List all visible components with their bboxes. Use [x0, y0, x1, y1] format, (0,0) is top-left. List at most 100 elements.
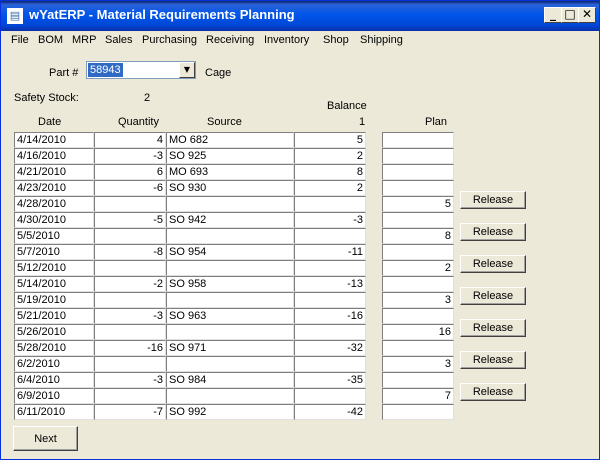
- release-button[interactable]: Release: [460, 287, 526, 305]
- plan-cell[interactable]: 5: [382, 196, 454, 212]
- balance-cell[interactable]: [294, 324, 366, 340]
- plan-cell[interactable]: [382, 164, 454, 180]
- balance-cell[interactable]: 5: [294, 132, 366, 148]
- plan-cell[interactable]: [382, 148, 454, 164]
- source-cell[interactable]: SO 925: [166, 148, 294, 164]
- plan-cell[interactable]: 7: [382, 388, 454, 404]
- quantity-cell[interactable]: -6: [94, 180, 166, 196]
- title-bar[interactable]: ▤ wYatERP - Material Requirements Planni…: [1, 1, 599, 31]
- date-cell[interactable]: 5/5/2010: [14, 228, 94, 244]
- quantity-cell[interactable]: -3: [94, 308, 166, 324]
- release-button[interactable]: Release: [460, 223, 526, 241]
- balance-cell[interactable]: -11: [294, 244, 366, 260]
- balance-cell[interactable]: 2: [294, 148, 366, 164]
- date-cell[interactable]: 4/28/2010: [14, 196, 94, 212]
- maximize-button[interactable]: □: [561, 7, 579, 23]
- date-cell[interactable]: 5/21/2010: [14, 308, 94, 324]
- balance-cell[interactable]: [294, 260, 366, 276]
- date-cell[interactable]: 4/21/2010: [14, 164, 94, 180]
- quantity-cell[interactable]: [94, 388, 166, 404]
- balance-cell[interactable]: -13: [294, 276, 366, 292]
- quantity-cell[interactable]: [94, 260, 166, 276]
- balance-cell[interactable]: 8: [294, 164, 366, 180]
- source-cell[interactable]: SO 992: [166, 404, 294, 420]
- minimize-button[interactable]: _: [544, 7, 562, 23]
- quantity-cell[interactable]: -3: [94, 148, 166, 164]
- source-cell[interactable]: MO 682: [166, 132, 294, 148]
- dropdown-arrow-icon[interactable]: ▼: [179, 62, 195, 78]
- balance-cell[interactable]: [294, 292, 366, 308]
- menu-inventory[interactable]: Inventory: [264, 34, 309, 46]
- source-cell[interactable]: [166, 260, 294, 276]
- close-button[interactable]: ✕: [578, 7, 596, 23]
- quantity-cell[interactable]: -16: [94, 340, 166, 356]
- date-cell[interactable]: 6/11/2010: [14, 404, 94, 420]
- quantity-cell[interactable]: 6: [94, 164, 166, 180]
- quantity-cell[interactable]: [94, 324, 166, 340]
- date-cell[interactable]: 5/7/2010: [14, 244, 94, 260]
- release-button[interactable]: Release: [460, 319, 526, 337]
- menu-bom[interactable]: BOM: [38, 34, 63, 46]
- plan-cell[interactable]: [382, 244, 454, 260]
- menu-shop[interactable]: Shop: [323, 34, 349, 46]
- quantity-cell[interactable]: -3: [94, 372, 166, 388]
- release-button[interactable]: Release: [460, 383, 526, 401]
- plan-cell[interactable]: [382, 212, 454, 228]
- date-cell[interactable]: 6/4/2010: [14, 372, 94, 388]
- date-cell[interactable]: 4/14/2010: [14, 132, 94, 148]
- quantity-cell[interactable]: [94, 196, 166, 212]
- quantity-cell[interactable]: -7: [94, 404, 166, 420]
- release-button[interactable]: Release: [460, 191, 526, 209]
- source-cell[interactable]: SO 963: [166, 308, 294, 324]
- quantity-cell[interactable]: [94, 356, 166, 372]
- source-cell[interactable]: [166, 324, 294, 340]
- quantity-cell[interactable]: -2: [94, 276, 166, 292]
- quantity-cell[interactable]: [94, 228, 166, 244]
- date-cell[interactable]: 5/12/2010: [14, 260, 94, 276]
- balance-cell[interactable]: -32: [294, 340, 366, 356]
- balance-cell[interactable]: [294, 388, 366, 404]
- menu-purchasing[interactable]: Purchasing: [142, 34, 197, 46]
- part-number-combo[interactable]: 58943 ▼: [86, 61, 196, 79]
- date-cell[interactable]: 5/14/2010: [14, 276, 94, 292]
- source-cell[interactable]: [166, 292, 294, 308]
- source-cell[interactable]: [166, 388, 294, 404]
- source-cell[interactable]: SO 971: [166, 340, 294, 356]
- app-window-icon[interactable]: ▤: [7, 8, 23, 24]
- plan-cell[interactable]: [382, 276, 454, 292]
- plan-cell[interactable]: [382, 132, 454, 148]
- part-number-value[interactable]: 58943: [88, 63, 123, 77]
- date-cell[interactable]: 4/23/2010: [14, 180, 94, 196]
- balance-cell[interactable]: -35: [294, 372, 366, 388]
- date-cell[interactable]: 5/26/2010: [14, 324, 94, 340]
- source-cell[interactable]: [166, 228, 294, 244]
- balance-cell[interactable]: 2: [294, 180, 366, 196]
- source-cell[interactable]: [166, 356, 294, 372]
- balance-cell[interactable]: -16: [294, 308, 366, 324]
- plan-cell[interactable]: 2: [382, 260, 454, 276]
- date-cell[interactable]: 4/16/2010: [14, 148, 94, 164]
- release-button[interactable]: Release: [460, 255, 526, 273]
- plan-cell[interactable]: [382, 308, 454, 324]
- plan-cell[interactable]: [382, 372, 454, 388]
- source-cell[interactable]: SO 930: [166, 180, 294, 196]
- menu-receiving[interactable]: Receiving: [206, 34, 254, 46]
- plan-cell[interactable]: [382, 340, 454, 356]
- date-cell[interactable]: 5/19/2010: [14, 292, 94, 308]
- source-cell[interactable]: SO 984: [166, 372, 294, 388]
- source-cell[interactable]: MO 693: [166, 164, 294, 180]
- balance-cell[interactable]: -42: [294, 404, 366, 420]
- quantity-cell[interactable]: -5: [94, 212, 166, 228]
- plan-cell[interactable]: 3: [382, 292, 454, 308]
- date-cell[interactable]: 6/2/2010: [14, 356, 94, 372]
- quantity-cell[interactable]: -8: [94, 244, 166, 260]
- menu-file[interactable]: File: [11, 34, 29, 46]
- menu-sales[interactable]: Sales: [105, 34, 133, 46]
- date-cell[interactable]: 4/30/2010: [14, 212, 94, 228]
- source-cell[interactable]: SO 942: [166, 212, 294, 228]
- source-cell[interactable]: SO 954: [166, 244, 294, 260]
- menu-mrp[interactable]: MRP: [72, 34, 96, 46]
- next-button[interactable]: Next: [13, 426, 78, 451]
- balance-cell[interactable]: [294, 228, 366, 244]
- plan-cell[interactable]: 16: [382, 324, 454, 340]
